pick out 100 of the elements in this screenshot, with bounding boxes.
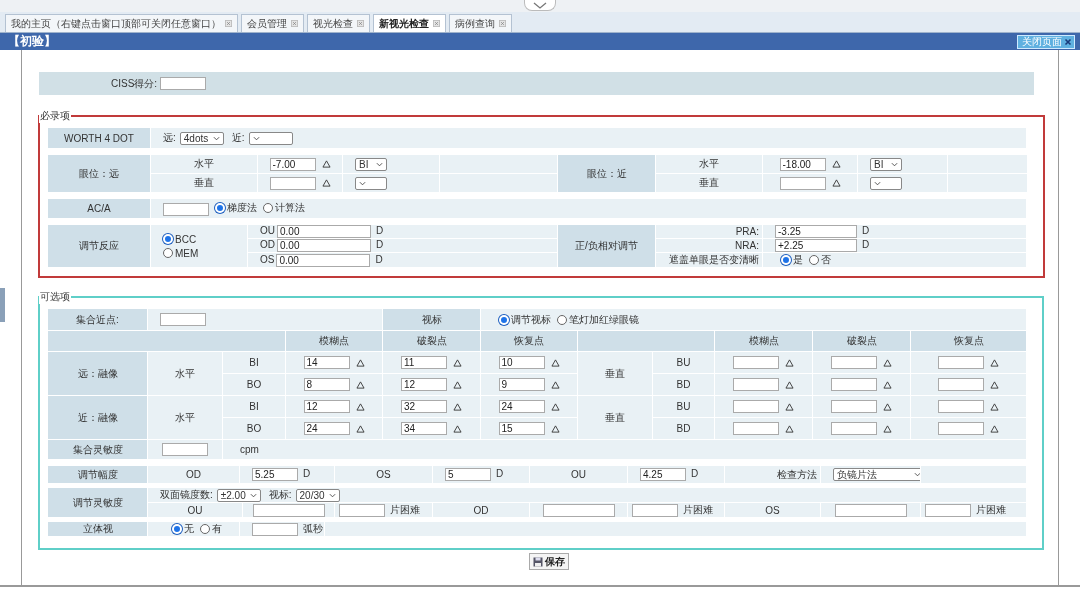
input-field[interactable] xyxy=(160,313,206,326)
input-field[interactable]: -7.00 xyxy=(269,157,316,171)
dropdown[interactable]: BI xyxy=(870,157,902,171)
cell-label: 垂直 xyxy=(577,395,653,440)
input-field[interactable]: 4.25 xyxy=(640,468,686,481)
unit-label: D xyxy=(862,225,870,237)
input-field[interactable]: 5.25 xyxy=(252,468,298,481)
triangle-icon xyxy=(550,424,560,433)
input-field[interactable] xyxy=(831,400,878,413)
input-field[interactable] xyxy=(925,503,971,517)
input-field[interactable] xyxy=(163,203,209,217)
triangle-icon xyxy=(550,380,560,389)
input-field[interactable]: 12 xyxy=(401,378,448,391)
input-field[interactable] xyxy=(733,378,780,391)
row-label: 集合近点: xyxy=(47,308,148,331)
radio-label: BCC xyxy=(175,233,197,245)
radio-button[interactable] xyxy=(557,314,568,325)
row-label: WORTH 4 DOT xyxy=(47,127,151,149)
input-field[interactable]: 24 xyxy=(498,400,545,413)
dropdown[interactable]: BI xyxy=(355,157,387,171)
input-field[interactable]: 8 xyxy=(303,378,350,391)
input-field[interactable]: 10 xyxy=(498,356,545,369)
cell-label: 检查方法 xyxy=(724,465,821,484)
input-field[interactable] xyxy=(632,503,678,517)
tab[interactable]: 病例查询 xyxy=(449,14,512,32)
chevron-icon xyxy=(533,1,547,9)
input-field[interactable] xyxy=(938,400,984,413)
input-field[interactable]: -3.25 xyxy=(775,225,857,238)
dropdown[interactable] xyxy=(870,176,902,190)
dropdown[interactable]: ±2.00 xyxy=(216,488,261,502)
input-field[interactable] xyxy=(831,356,878,369)
row-label: 视标 xyxy=(382,308,481,331)
input-field[interactable]: -18.00 xyxy=(779,157,826,171)
save-button[interactable]: 保存 xyxy=(529,553,569,570)
radio-label: 无 xyxy=(183,522,194,536)
radio-button[interactable] xyxy=(809,255,819,265)
caret-icon xyxy=(328,492,336,498)
input-field[interactable] xyxy=(938,422,984,435)
input-field[interactable]: 0.00 xyxy=(276,253,371,267)
dropdown[interactable]: 负镜片法 xyxy=(833,468,920,481)
radio-button[interactable] xyxy=(163,248,173,258)
input-field[interactable]: 0.00 xyxy=(277,239,371,252)
input-field[interactable]: 14 xyxy=(303,356,350,369)
input-field[interactable] xyxy=(938,356,984,369)
input-field[interactable] xyxy=(831,378,878,391)
caret-icon xyxy=(891,161,898,167)
input-field[interactable]: 12 xyxy=(303,400,350,413)
input-field[interactable] xyxy=(252,522,298,536)
close-icon[interactable] xyxy=(357,20,364,27)
close-icon[interactable] xyxy=(225,20,232,27)
tab[interactable]: 新视光检查 xyxy=(373,14,446,32)
input-field[interactable]: 9 xyxy=(498,378,545,391)
unit-label: D xyxy=(691,468,699,480)
input-field[interactable] xyxy=(831,422,878,435)
input-field[interactable] xyxy=(834,503,907,517)
side-handle[interactable] xyxy=(0,288,5,322)
dropdown[interactable]: 20/30 xyxy=(295,488,340,502)
radio-button[interactable] xyxy=(263,202,273,213)
field-label: 双面镜度数: xyxy=(160,489,213,500)
input-field[interactable]: 11 xyxy=(401,356,448,369)
radio-button[interactable] xyxy=(199,524,210,534)
tab[interactable]: 会员管理 xyxy=(241,14,304,32)
input-field[interactable] xyxy=(542,503,615,517)
input-field[interactable] xyxy=(938,378,984,391)
triangle-icon xyxy=(355,358,365,367)
unit-label: D xyxy=(376,239,384,251)
cell-label: NRA: xyxy=(655,238,763,253)
input-field[interactable] xyxy=(339,503,385,517)
input-field[interactable] xyxy=(252,503,325,517)
tab[interactable]: 视光检查 xyxy=(307,14,370,32)
tab[interactable]: 我的主页（右键点击窗口顶部可关闭任意窗口） xyxy=(5,14,238,32)
panel-title: 【初验】 xyxy=(8,33,56,50)
section-legend: 必录项 xyxy=(39,109,71,123)
collapse-handle[interactable] xyxy=(524,0,556,11)
input-field[interactable] xyxy=(733,400,780,413)
input-field[interactable]: +2.25 xyxy=(775,239,857,252)
input-field[interactable]: 5 xyxy=(445,468,491,481)
input-field[interactable] xyxy=(162,443,208,456)
dropdown[interactable] xyxy=(355,176,387,190)
radio-label: 是 xyxy=(793,253,803,267)
close-icon[interactable] xyxy=(433,20,440,27)
close-icon[interactable] xyxy=(499,20,506,27)
input-field[interactable]: 34 xyxy=(401,422,448,435)
cell-label: 水平 xyxy=(147,395,223,440)
unit-label: D xyxy=(375,253,383,265)
field-label: 远: xyxy=(163,132,176,143)
input-field[interactable]: 32 xyxy=(401,400,448,413)
input-field[interactable] xyxy=(779,176,826,190)
dropdown[interactable] xyxy=(248,131,293,145)
input-field[interactable]: 0.00 xyxy=(277,225,371,238)
input-field[interactable] xyxy=(269,176,316,190)
input-field[interactable] xyxy=(733,422,780,435)
input-field[interactable]: 15 xyxy=(498,422,545,435)
input-field[interactable] xyxy=(160,77,207,90)
input-field[interactable] xyxy=(733,356,780,369)
close-icon[interactable] xyxy=(291,20,298,27)
row-label: 正/负相对调节 xyxy=(557,224,656,268)
input-field[interactable]: 24 xyxy=(303,422,350,435)
row-label: 近：融像 xyxy=(47,395,148,440)
dropdown[interactable]: 4dots xyxy=(179,131,224,145)
